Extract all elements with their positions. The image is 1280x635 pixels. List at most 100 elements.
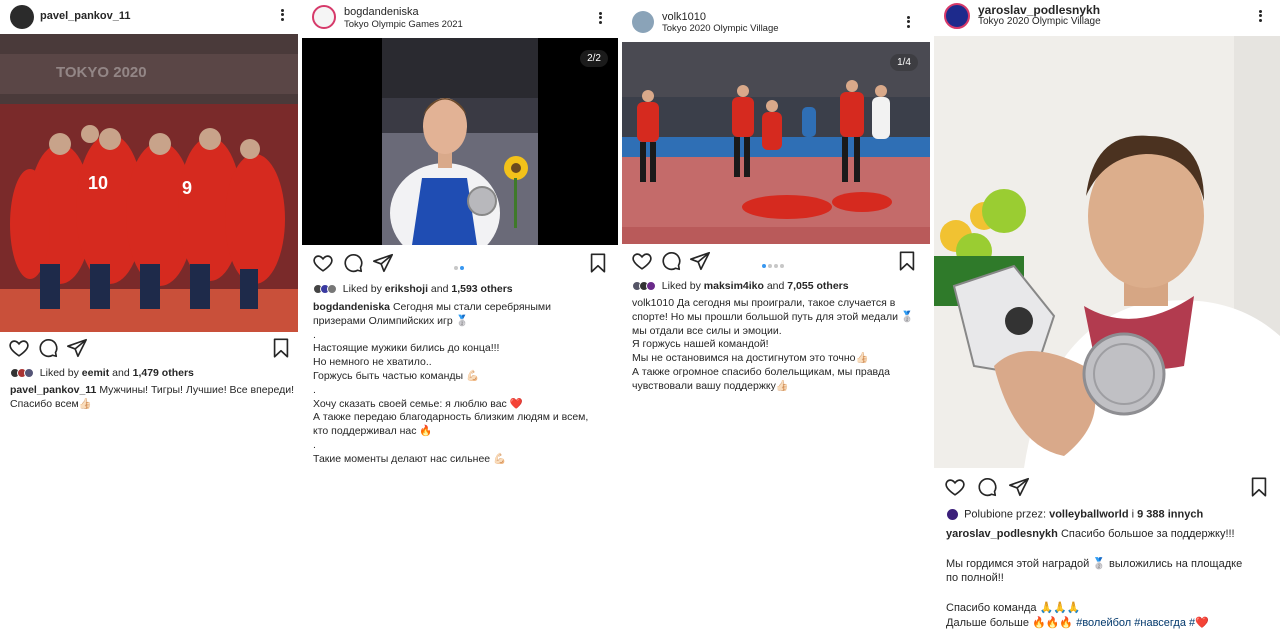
- caption-line: .: [313, 438, 316, 451]
- location[interactable]: Tokyo 2020 Olympic Village: [978, 16, 1101, 27]
- post-header: yaroslav_podlesnykh Tokyo 2020 Olympic V…: [934, 0, 1280, 34]
- carousel-counter: 1/4: [890, 54, 918, 71]
- caption-line: Спасибо команда 🙏🙏🙏: [946, 601, 1081, 614]
- svg-text:10: 10: [88, 173, 108, 193]
- likes-count[interactable]: 9 388 innych: [1137, 508, 1203, 520]
- caption-line: Мужчины! Тигры! Лучшие! Все впереди!: [99, 384, 294, 396]
- share-icon[interactable]: [372, 252, 394, 274]
- post-photo[interactable]: 2/2: [302, 38, 618, 245]
- caption-line: Я горжусь нашей командой!: [632, 338, 769, 351]
- caption-line: Да сегодня мы проиграли, такое случается…: [676, 297, 896, 309]
- post-pavel-pankov: pavel_pankov_11 10 9 TOKYO 2020 Liked by…: [0, 0, 298, 635]
- post-header: bogdandeniska Tokyo Olympic Games 2021: [302, 0, 618, 34]
- location[interactable]: Tokyo 2020 Olympic Village: [662, 23, 779, 34]
- heart-icon[interactable]: [944, 476, 966, 498]
- likes-count[interactable]: 1,593 others: [451, 283, 512, 295]
- liked-by-prefix: Liked by: [39, 367, 79, 379]
- username[interactable]: volk1010: [662, 11, 706, 23]
- caption-line: А также огромное спасибо болельщикам, мы…: [632, 365, 890, 378]
- post-photo[interactable]: 1/4: [622, 42, 930, 244]
- bookmark-icon[interactable]: [270, 337, 292, 359]
- comment-icon[interactable]: [37, 337, 59, 359]
- liked-by-user[interactable]: volleyballworld: [1049, 508, 1128, 520]
- action-bar: [302, 252, 618, 278]
- avatar[interactable]: [944, 3, 970, 29]
- heart-icon[interactable]: [631, 250, 653, 272]
- more-icon[interactable]: [276, 7, 288, 23]
- caption-line: мы отдали все силы и эмоции.: [632, 324, 782, 337]
- liker-avatar: [646, 281, 656, 292]
- share-icon[interactable]: [1008, 476, 1030, 498]
- caption-username[interactable]: yaroslav_podlesnykh: [946, 528, 1058, 540]
- avatar[interactable]: [10, 5, 34, 29]
- caption-line: Спасибо всем👍🏻: [10, 397, 92, 410]
- liker-avatar: [327, 284, 337, 295]
- avatar[interactable]: [632, 11, 654, 33]
- caption-line: призерами Олимпийских игр 🥈: [313, 314, 469, 327]
- likes-line: Liked by erikshoji and 1,593 others: [313, 283, 513, 295]
- share-icon[interactable]: [66, 337, 88, 359]
- carousel-counter: 2/2: [580, 50, 608, 67]
- bookmark-icon[interactable]: [587, 252, 609, 274]
- hashtag[interactable]: #❤️: [1189, 617, 1209, 629]
- caption-line: А также передаю благодарность близким лю…: [313, 411, 589, 424]
- caption: volk1010 Да сегодня мы проиграли, такое …: [632, 297, 914, 394]
- likes-count[interactable]: 1,479 others: [133, 367, 194, 379]
- post-photo[interactable]: [934, 36, 1280, 468]
- post-photo[interactable]: 10 9 TOKYO 2020: [0, 34, 298, 332]
- liker-avatar: [946, 508, 959, 521]
- share-icon[interactable]: [689, 250, 711, 272]
- hashtag[interactable]: #волейбол: [1076, 617, 1131, 629]
- caption: pavel_pankov_11 Мужчины! Тигры! Лучшие! …: [10, 384, 294, 412]
- username[interactable]: yaroslav_podlesnykh: [978, 3, 1100, 17]
- likes-line: Polubione przez: volleyballworld i 9 388…: [946, 508, 1203, 521]
- comment-icon[interactable]: [342, 252, 364, 274]
- location[interactable]: Tokyo Olympic Games 2021: [344, 19, 463, 30]
- liked-by-user[interactable]: maksim4iko: [704, 280, 764, 292]
- heart-icon[interactable]: [312, 252, 334, 274]
- bookmark-icon[interactable]: [1248, 476, 1270, 498]
- post-header: pavel_pankov_11: [0, 0, 298, 34]
- avatar[interactable]: [312, 5, 336, 29]
- liked-by-user[interactable]: erikshoji: [385, 283, 428, 295]
- likes-joiner: i: [1131, 508, 1135, 521]
- liker-avatar: [24, 368, 34, 379]
- carousel-dot: [762, 263, 766, 268]
- carousel-dot: [768, 263, 772, 268]
- caption-username[interactable]: pavel_pankov_11: [10, 384, 96, 396]
- bookmark-icon[interactable]: [896, 250, 918, 272]
- comment-icon[interactable]: [976, 476, 998, 498]
- username[interactable]: bogdandeniska: [344, 6, 419, 18]
- caption-line: .: [313, 383, 316, 396]
- more-icon[interactable]: [1254, 8, 1266, 24]
- caption-line: Настоящие мужики бились до конца!!!: [313, 342, 500, 355]
- and-text: and: [766, 280, 785, 292]
- action-bar: [934, 476, 1280, 502]
- and-text: and: [430, 283, 449, 295]
- heart-icon[interactable]: [8, 337, 30, 359]
- post-yaroslav-podlesnykh: yaroslav_podlesnykh Tokyo 2020 Olympic V…: [934, 0, 1280, 635]
- carousel-dot: [454, 265, 458, 270]
- caption: yaroslav_podlesnykh Спасибо большое за п…: [946, 527, 1242, 631]
- caption: bogdandeniska Сегодня мы стали серебряны…: [313, 301, 588, 467]
- caption-line: Дальше больше 🔥🔥🔥: [946, 616, 1074, 629]
- likes-count[interactable]: 7,055 others: [787, 280, 848, 292]
- post-bogdandeniska: bogdandeniska Tokyo Olympic Games 2021 2…: [302, 0, 618, 635]
- post-volk1010: volk1010 Tokyo 2020 Olympic Village 1/4: [622, 0, 930, 635]
- caption-line: Горжусь быть частью команды 💪🏻: [313, 369, 480, 382]
- caption-username[interactable]: volk1010: [632, 297, 674, 309]
- username[interactable]: pavel_pankov_11: [40, 10, 131, 22]
- more-icon[interactable]: [594, 10, 606, 26]
- caption-username[interactable]: bogdandeniska: [313, 301, 390, 313]
- caption-line: спорте! Но мы прошли большой путь для эт…: [632, 310, 914, 323]
- hashtag[interactable]: #навсегда: [1134, 617, 1186, 629]
- caption-line: Сегодня мы стали серебряными: [392, 301, 551, 313]
- liked-by-prefix: Liked by: [661, 280, 701, 292]
- comment-icon[interactable]: [660, 250, 682, 272]
- carousel-dot: [774, 263, 778, 268]
- liked-by-user[interactable]: eemit: [82, 367, 109, 379]
- caption-line: чувствовали вашу поддержку👍🏻: [632, 379, 789, 392]
- caption-line: по полной!!: [946, 572, 1004, 585]
- more-icon[interactable]: [902, 14, 914, 30]
- carousel-dot: [460, 265, 464, 270]
